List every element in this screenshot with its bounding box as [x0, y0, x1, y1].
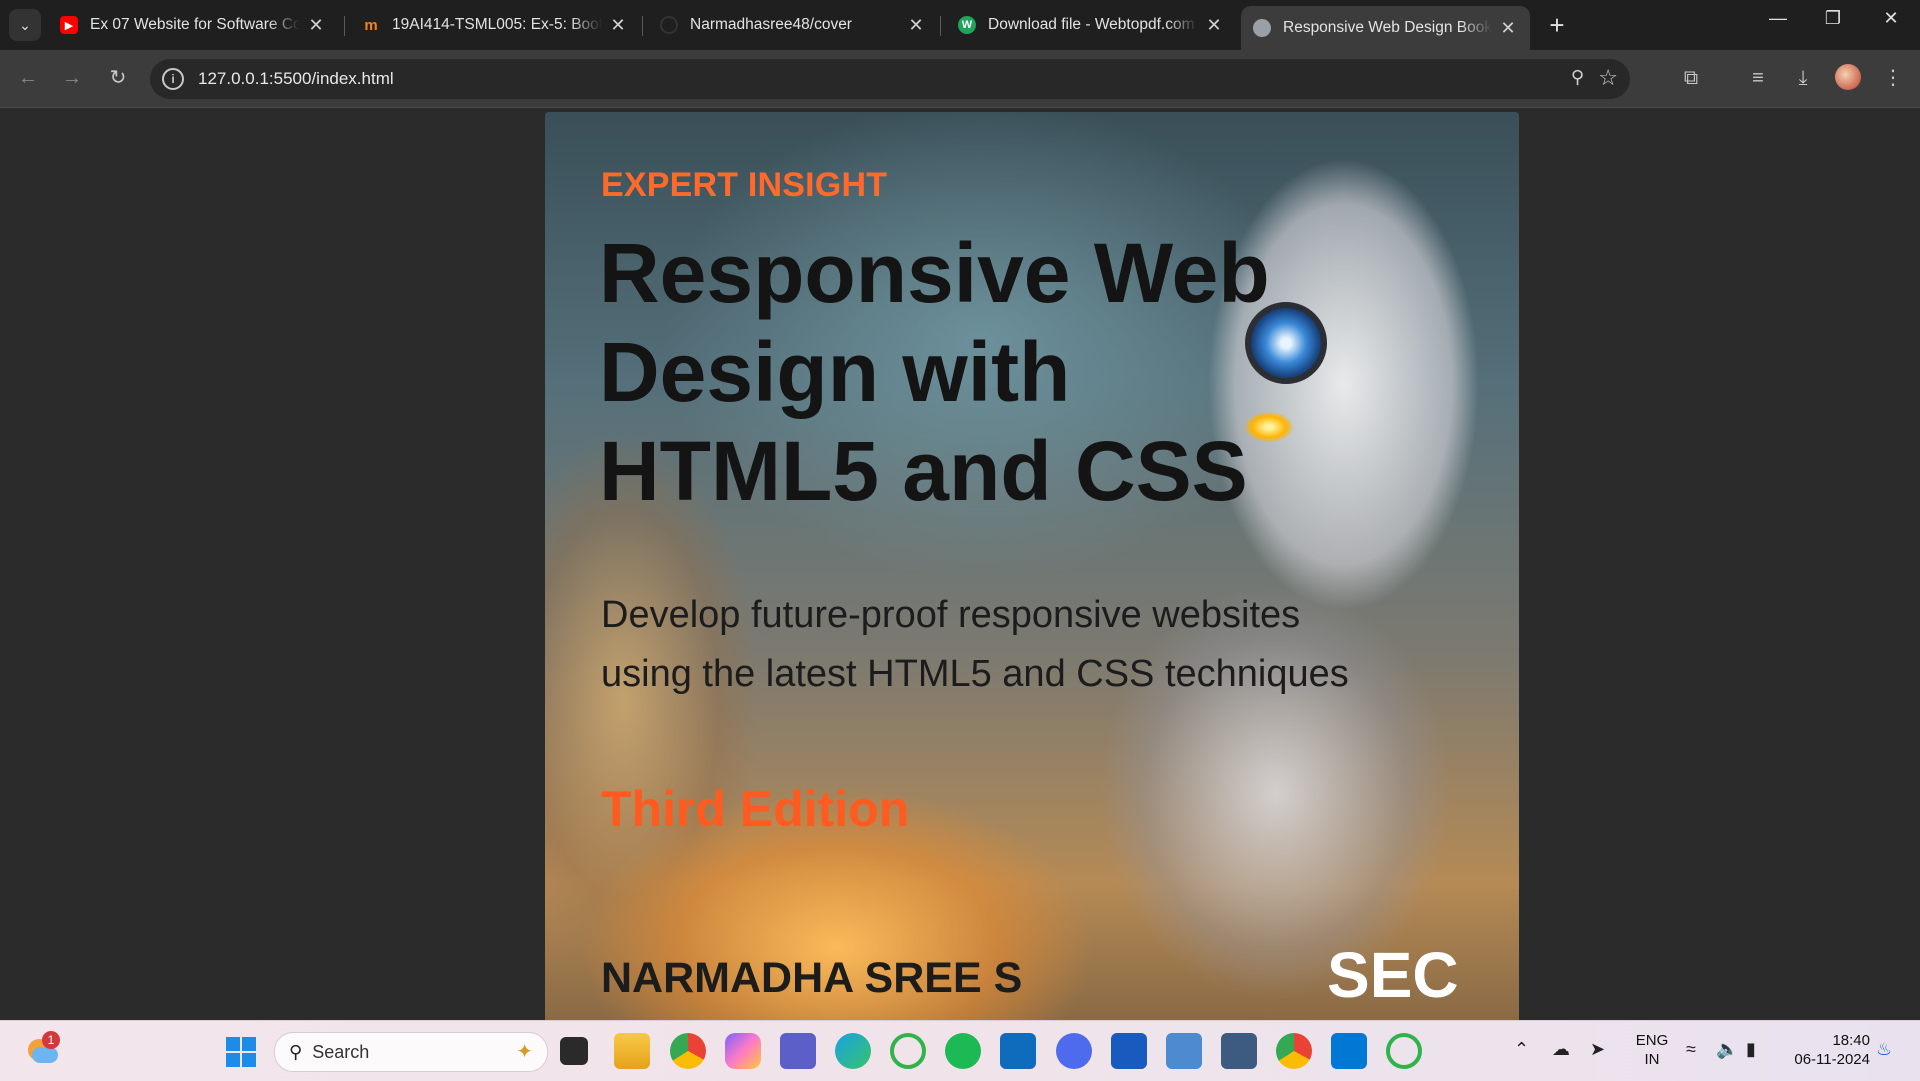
vscode-icon[interactable] [1331, 1033, 1367, 1069]
search-icon: ⚲ [289, 1041, 303, 1062]
start-button[interactable] [226, 1037, 256, 1067]
windows-logo-tile [226, 1037, 240, 1051]
tab-webtopdf[interactable]: W Download file - Webtopdf.com ✕ [946, 6, 1236, 44]
search-placeholder: Search [312, 1041, 370, 1062]
battery-icon[interactable]: ▮ [1746, 1039, 1756, 1060]
windows-taskbar: 1 ⚲ Search ✦ ⌃ ☁ ➤ ENG IN ≈ 🔈 ▮ 18:40 06… [0, 1020, 1920, 1081]
download-icon[interactable]: ⤓ [1789, 64, 1817, 92]
tab-separator [642, 16, 643, 36]
onedrive-icon[interactable]: ☁ [1552, 1039, 1570, 1060]
teams-icon[interactable] [780, 1033, 816, 1069]
lang-label: ENG [1635, 1032, 1669, 1049]
notification-badge: 1 [42, 1031, 60, 1049]
notification-bell-icon[interactable]: ♨ [1876, 1039, 1892, 1060]
tab-search-button[interactable]: ⌄ [9, 9, 41, 41]
cover-author: NARMADHA SREE S [601, 954, 1023, 1002]
youtube-icon: ▶ [60, 16, 78, 34]
cloud-icon [32, 1047, 58, 1063]
region-label: IN [1644, 1051, 1660, 1068]
browser-toolbar: ← → ↻ i 127.0.0.1:5500/index.html ⚲ ☆ ⧉ … [0, 50, 1920, 108]
tab-ex07[interactable]: ▶ Ex 07 Website for Software Con ✕ [48, 6, 338, 44]
address-bar[interactable]: i 127.0.0.1:5500/index.html ⚲ ☆ [150, 59, 1630, 99]
word-icon[interactable] [1111, 1033, 1147, 1069]
tab-separator [940, 16, 941, 36]
chrome-profile-icon[interactable] [1276, 1033, 1312, 1069]
tab-strip: ⌄ ▶ Ex 07 Website for Software Con ✕ m 1… [0, 0, 1920, 50]
chrome-icon[interactable] [670, 1033, 706, 1069]
language-indicator[interactable]: ENG IN [1632, 1031, 1672, 1069]
minimize-button[interactable]: — [1758, 8, 1798, 29]
wifi-icon[interactable]: ≈ [1686, 1039, 1696, 1060]
taskbar-search[interactable]: ⚲ Search ✦ [274, 1032, 548, 1072]
close-icon[interactable]: ✕ [1204, 15, 1224, 36]
media-control-icon[interactable]: ≡ [1744, 64, 1772, 92]
windows-logo-tile [242, 1037, 256, 1051]
profile-avatar[interactable] [1835, 64, 1861, 90]
windows-logo-tile [242, 1053, 256, 1067]
cover-edition: Third Edition [601, 781, 910, 837]
reload-icon[interactable]: ↻ [104, 64, 132, 92]
publisher-logo: SEC [1327, 939, 1459, 1011]
tab-title: Download file - Webtopdf.com [988, 16, 1195, 33]
cover-subtitle: Develop future-proof responsive websites… [601, 594, 1349, 695]
close-icon[interactable]: ✕ [1498, 18, 1518, 39]
tab-title: Narmadhasree48/cover [690, 16, 852, 33]
tab-github[interactable]: Narmadhasree48/cover ✕ [648, 6, 938, 44]
zoom-icon[interactable]: ⚲ [1571, 67, 1584, 88]
chevron-down-icon: ⌄ [19, 16, 31, 33]
tab-responsive-web-design[interactable]: Responsive Web Design Book C ✕ [1241, 6, 1530, 50]
tab-moodle[interactable]: m 19AI414-TSML005: Ex-5: Book C ✕ [350, 6, 640, 44]
chevron-up-icon[interactable]: ⌃ [1514, 1039, 1529, 1060]
close-icon[interactable]: ✕ [608, 15, 628, 36]
webtopdf-icon: W [958, 16, 976, 34]
search-highlight-icon: ✦ [516, 1041, 533, 1063]
tab-title: 19AI414-TSML005: Ex-5: Book C [392, 16, 602, 33]
extensions-icon[interactable]: ⧉ [1677, 64, 1705, 92]
snipping-tool-icon[interactable] [1221, 1033, 1257, 1069]
moodle-icon: m [364, 16, 378, 34]
clock[interactable]: 18:40 06-11-2024 [1780, 1031, 1870, 1069]
file-explorer-icon[interactable] [614, 1033, 650, 1069]
arduino-icon[interactable] [1056, 1033, 1092, 1069]
new-tab-button[interactable]: + [1542, 10, 1572, 41]
tab-title: Ex 07 Website for Software Con [90, 16, 300, 33]
weather-widget[interactable]: 1 [24, 1031, 60, 1065]
menu-kebab-icon[interactable]: ⋮ [1879, 64, 1907, 92]
tab-title: Responsive Web Design Book C [1283, 19, 1492, 36]
forward-icon[interactable]: → [58, 64, 86, 92]
cover-title: Responsive Web Design with HTML5 and CSS [599, 226, 1270, 518]
restore-button[interactable]: ❐ [1813, 8, 1853, 29]
date-label: 06-11-2024 [1794, 1051, 1870, 1068]
cover-kicker: EXPERT INSIGHT [601, 166, 888, 204]
close-window-button[interactable]: ✕ [1871, 8, 1911, 29]
url-text[interactable]: 127.0.0.1:5500/index.html [198, 69, 394, 89]
close-icon[interactable]: ✕ [306, 15, 326, 36]
globe-icon [1253, 19, 1271, 37]
volume-icon[interactable]: 🔈 [1716, 1039, 1738, 1060]
site-info-icon[interactable]: i [162, 68, 184, 90]
microsoft-store-icon[interactable] [1000, 1033, 1036, 1069]
spotify-icon[interactable] [945, 1033, 981, 1069]
time-label: 18:40 [1832, 1032, 1870, 1049]
back-icon[interactable]: ← [14, 64, 42, 92]
close-icon[interactable]: ✕ [906, 15, 926, 36]
app-icon[interactable] [1386, 1033, 1422, 1069]
copilot-icon[interactable] [725, 1033, 761, 1069]
tab-separator [344, 16, 345, 36]
bookmark-star-icon[interactable]: ☆ [1598, 65, 1618, 91]
task-view-icon[interactable] [560, 1037, 588, 1065]
edge-icon[interactable] [835, 1033, 871, 1069]
location-icon[interactable]: ➤ [1590, 1039, 1605, 1060]
ide-icon[interactable] [1166, 1033, 1202, 1069]
windows-logo-tile [226, 1053, 240, 1067]
github-icon [660, 16, 678, 34]
refresh-app-icon[interactable] [890, 1033, 926, 1069]
book-cover: EXPERT INSIGHT Responsive Web Design wit… [545, 112, 1519, 1020]
